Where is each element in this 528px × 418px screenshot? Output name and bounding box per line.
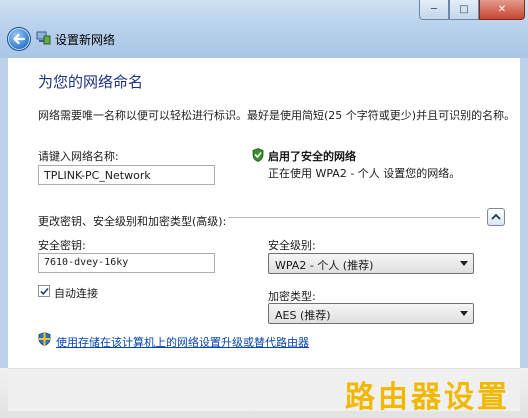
advanced-separator	[228, 217, 480, 218]
minimize-button[interactable]: ─	[419, 0, 449, 20]
window-controls: ─ □ ✕	[419, 0, 525, 20]
checkmark-icon	[40, 287, 49, 295]
advanced-settings-label: 更改密钥、安全级别和加密类型(高级):	[38, 215, 227, 228]
network-wizard-icon	[36, 31, 51, 45]
secure-network-title: 启用了安全的网络	[268, 150, 356, 163]
wizard-content: 为您的网络命名 网络需要唯一名称以便可以轻松进行标识。最好是使用简短(25 个字…	[8, 58, 520, 368]
chevron-up-icon	[491, 213, 501, 220]
auto-connect-checkbox[interactable]	[38, 285, 50, 297]
back-button[interactable]	[7, 27, 31, 51]
dropdown-arrow-icon	[460, 311, 468, 316]
security-level-label: 安全级别:	[268, 239, 316, 252]
upgrade-router-link[interactable]: 使用存储在该计算机上的网络设置升级或替代路由器	[56, 334, 309, 350]
uac-shield-icon	[38, 332, 51, 346]
wizard-title: 设置新网络	[55, 33, 116, 47]
shield-check-icon	[252, 148, 264, 162]
page-heading: 为您的网络命名	[38, 73, 144, 91]
security-level-value: WPA2 - 个人 (推荐)	[275, 259, 374, 272]
network-name-input[interactable]: TPLINK-PC_Network	[38, 165, 215, 185]
encryption-type-select[interactable]: AES (推荐)	[268, 303, 474, 324]
page-description: 网络需要唯一名称以便可以轻松进行标识。最好是使用简短(25 个字符或更少)并且可…	[38, 109, 516, 122]
maximize-button[interactable]: □	[449, 0, 479, 20]
secure-network-detail: 正在使用 WPA2 - 个人 设置您的网络。	[268, 167, 461, 180]
security-key-input[interactable]: 7610-dvey-16ky	[38, 253, 215, 273]
close-button[interactable]: ✕	[479, 0, 525, 20]
network-name-label: 请键入网络名称:	[38, 150, 119, 163]
watermark-text: 路由器设置	[345, 380, 510, 415]
auto-connect-label[interactable]: 自动连接	[54, 285, 98, 301]
security-key-label: 安全密钥:	[38, 239, 86, 252]
security-level-select[interactable]: WPA2 - 个人 (推荐)	[268, 253, 474, 274]
encryption-type-label: 加密类型:	[268, 290, 316, 303]
dropdown-arrow-icon	[460, 261, 468, 266]
collapse-advanced-button[interactable]	[487, 208, 505, 226]
title-bar: ─ □ ✕ 设置新网络	[0, 0, 528, 58]
encryption-type-value: AES (推荐)	[275, 309, 331, 322]
back-arrow-icon	[13, 33, 26, 45]
